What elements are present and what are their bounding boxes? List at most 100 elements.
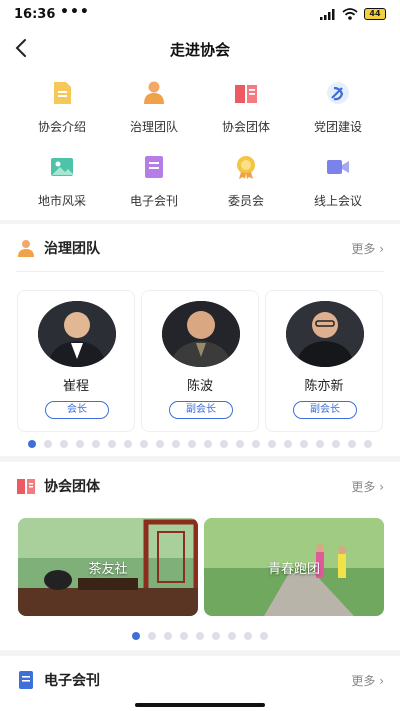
section-title: 治理团队 <box>44 241 100 257</box>
menu-item-e-magazine[interactable]: 电子会刊 <box>104 154 204 209</box>
status-bar: 16:36 ••• 44 <box>0 0 400 30</box>
pagination-dot[interactable] <box>316 440 324 448</box>
wifi-icon <box>342 8 358 20</box>
nav-bar: 走进协会 <box>0 30 400 66</box>
menu-label: 电子会刊 <box>129 194 178 208</box>
role-badge: 副会长 <box>293 401 357 419</box>
more-link[interactable]: 更多 › <box>351 478 384 495</box>
avatar <box>162 301 240 367</box>
pagination-dots <box>0 440 400 448</box>
pagination-dot[interactable] <box>164 632 172 640</box>
pagination-dot[interactable] <box>228 632 236 640</box>
chevron-right-icon: › <box>379 242 384 256</box>
status-time: 16:36 <box>14 7 56 22</box>
more-link[interactable]: 更多 › <box>351 240 384 257</box>
chevron-right-icon: › <box>379 674 384 688</box>
pagination-dot[interactable] <box>244 632 252 640</box>
pagination-dot[interactable] <box>172 440 180 448</box>
page-title: 走进协会 <box>169 41 230 59</box>
role-badge: 会长 <box>45 401 109 419</box>
pagination-dot[interactable] <box>268 440 276 448</box>
section-title: 电子会刊 <box>44 673 100 689</box>
pagination-dot[interactable] <box>92 440 100 448</box>
more-link[interactable]: 更多 › <box>351 672 384 689</box>
pagination-dots <box>0 632 400 640</box>
banner-caption: 青春跑团 <box>267 562 320 577</box>
person-icon <box>144 81 164 104</box>
section-header: 协会团体 更多 › <box>16 462 384 510</box>
pagination-dot[interactable] <box>300 440 308 448</box>
document-icon <box>54 82 71 104</box>
pagination-dot[interactable] <box>140 440 148 448</box>
feature-menu: 协会介绍 治理团队 协会团体 党团建设 地市风采 电子会刊 委员会 线上会议 <box>0 66 400 220</box>
section-title: 协会团体 <box>44 479 100 495</box>
pagination-dot[interactable] <box>188 440 196 448</box>
pagination-dot[interactable] <box>124 440 132 448</box>
pagination-dot[interactable] <box>156 440 164 448</box>
member-name: 陈亦新 <box>304 379 344 394</box>
member-card[interactable]: 崔程 会长 <box>17 290 135 432</box>
party-emblem-icon <box>327 82 349 104</box>
pagination-dot[interactable] <box>236 440 244 448</box>
menu-item-city-highlights[interactable]: 地市风采 <box>12 154 112 209</box>
person-icon <box>18 240 34 257</box>
menu-label: 党团建设 <box>313 120 362 134</box>
pagination-dot[interactable] <box>212 632 220 640</box>
pagination-dot[interactable] <box>204 440 212 448</box>
menu-label: 协会介绍 <box>37 120 86 134</box>
pagination-dot[interactable] <box>76 440 84 448</box>
role-badge: 副会长 <box>169 401 233 419</box>
book-icon <box>235 85 257 103</box>
home-indicator[interactable] <box>135 703 265 707</box>
pagination-dot[interactable] <box>132 632 140 640</box>
status-dots: ••• <box>60 4 90 20</box>
member-name: 陈波 <box>186 379 213 394</box>
chevron-right-icon: › <box>379 480 384 494</box>
medal-icon <box>237 156 255 179</box>
battery-icon: 44 <box>364 8 386 20</box>
member-card[interactable]: 陈波 副会长 <box>141 290 259 432</box>
picture-icon <box>51 158 73 176</box>
banner-caption: 茶友社 <box>88 562 128 577</box>
pagination-dot[interactable] <box>220 440 228 448</box>
avatar <box>38 301 116 367</box>
menu-item-online-meeting[interactable]: 线上会议 <box>288 154 388 209</box>
pagination-dot[interactable] <box>60 440 68 448</box>
magazine-icon <box>19 671 33 689</box>
menu-item-association-groups[interactable]: 协会团体 <box>196 80 296 135</box>
member-card[interactable]: 陈亦新 副会长 <box>265 290 383 432</box>
pagination-dot[interactable] <box>284 440 292 448</box>
avatar <box>286 301 364 367</box>
member-name: 崔程 <box>62 379 89 394</box>
banner-youth-running-club[interactable]: 青春跑团 <box>204 518 384 616</box>
pagination-dot[interactable] <box>196 632 204 640</box>
menu-label: 地市风采 <box>37 194 86 208</box>
pagination-dot[interactable] <box>332 440 340 448</box>
menu-item-committee[interactable]: 委员会 <box>196 154 296 209</box>
pagination-dot[interactable] <box>180 632 188 640</box>
signal-icon <box>320 8 335 20</box>
pagination-dot[interactable] <box>108 440 116 448</box>
governance-team-section: 治理团队 更多 › 崔程 会长 陈波 副会长 陈亦新 副会长 <box>0 224 400 456</box>
pagination-dot[interactable] <box>348 440 356 448</box>
menu-item-party-building[interactable]: 党团建设 <box>288 80 388 135</box>
pagination-dot[interactable] <box>28 440 36 448</box>
pagination-dot[interactable] <box>364 440 372 448</box>
pagination-dot[interactable] <box>252 440 260 448</box>
magazine-icon <box>145 156 163 178</box>
menu-label: 委员会 <box>227 194 264 208</box>
book-icon <box>17 479 35 494</box>
section-header: 治理团队 更多 › <box>16 224 384 272</box>
video-call-icon <box>327 160 349 174</box>
menu-label: 治理团队 <box>129 120 178 134</box>
pagination-dot[interactable] <box>260 632 268 640</box>
menu-label: 协会团体 <box>221 120 270 134</box>
banner-tea-club[interactable]: 茶友社 <box>18 518 198 616</box>
association-groups-section: 协会团体 更多 › 茶友社 青春跑团 <box>0 462 400 650</box>
menu-item-association-intro[interactable]: 协会介绍 <box>12 80 112 135</box>
menu-label: 线上会议 <box>313 194 362 208</box>
menu-item-governance-team[interactable]: 治理团队 <box>104 80 204 135</box>
status-icons: 44 <box>320 8 386 20</box>
pagination-dot[interactable] <box>44 440 52 448</box>
pagination-dot[interactable] <box>148 632 156 640</box>
